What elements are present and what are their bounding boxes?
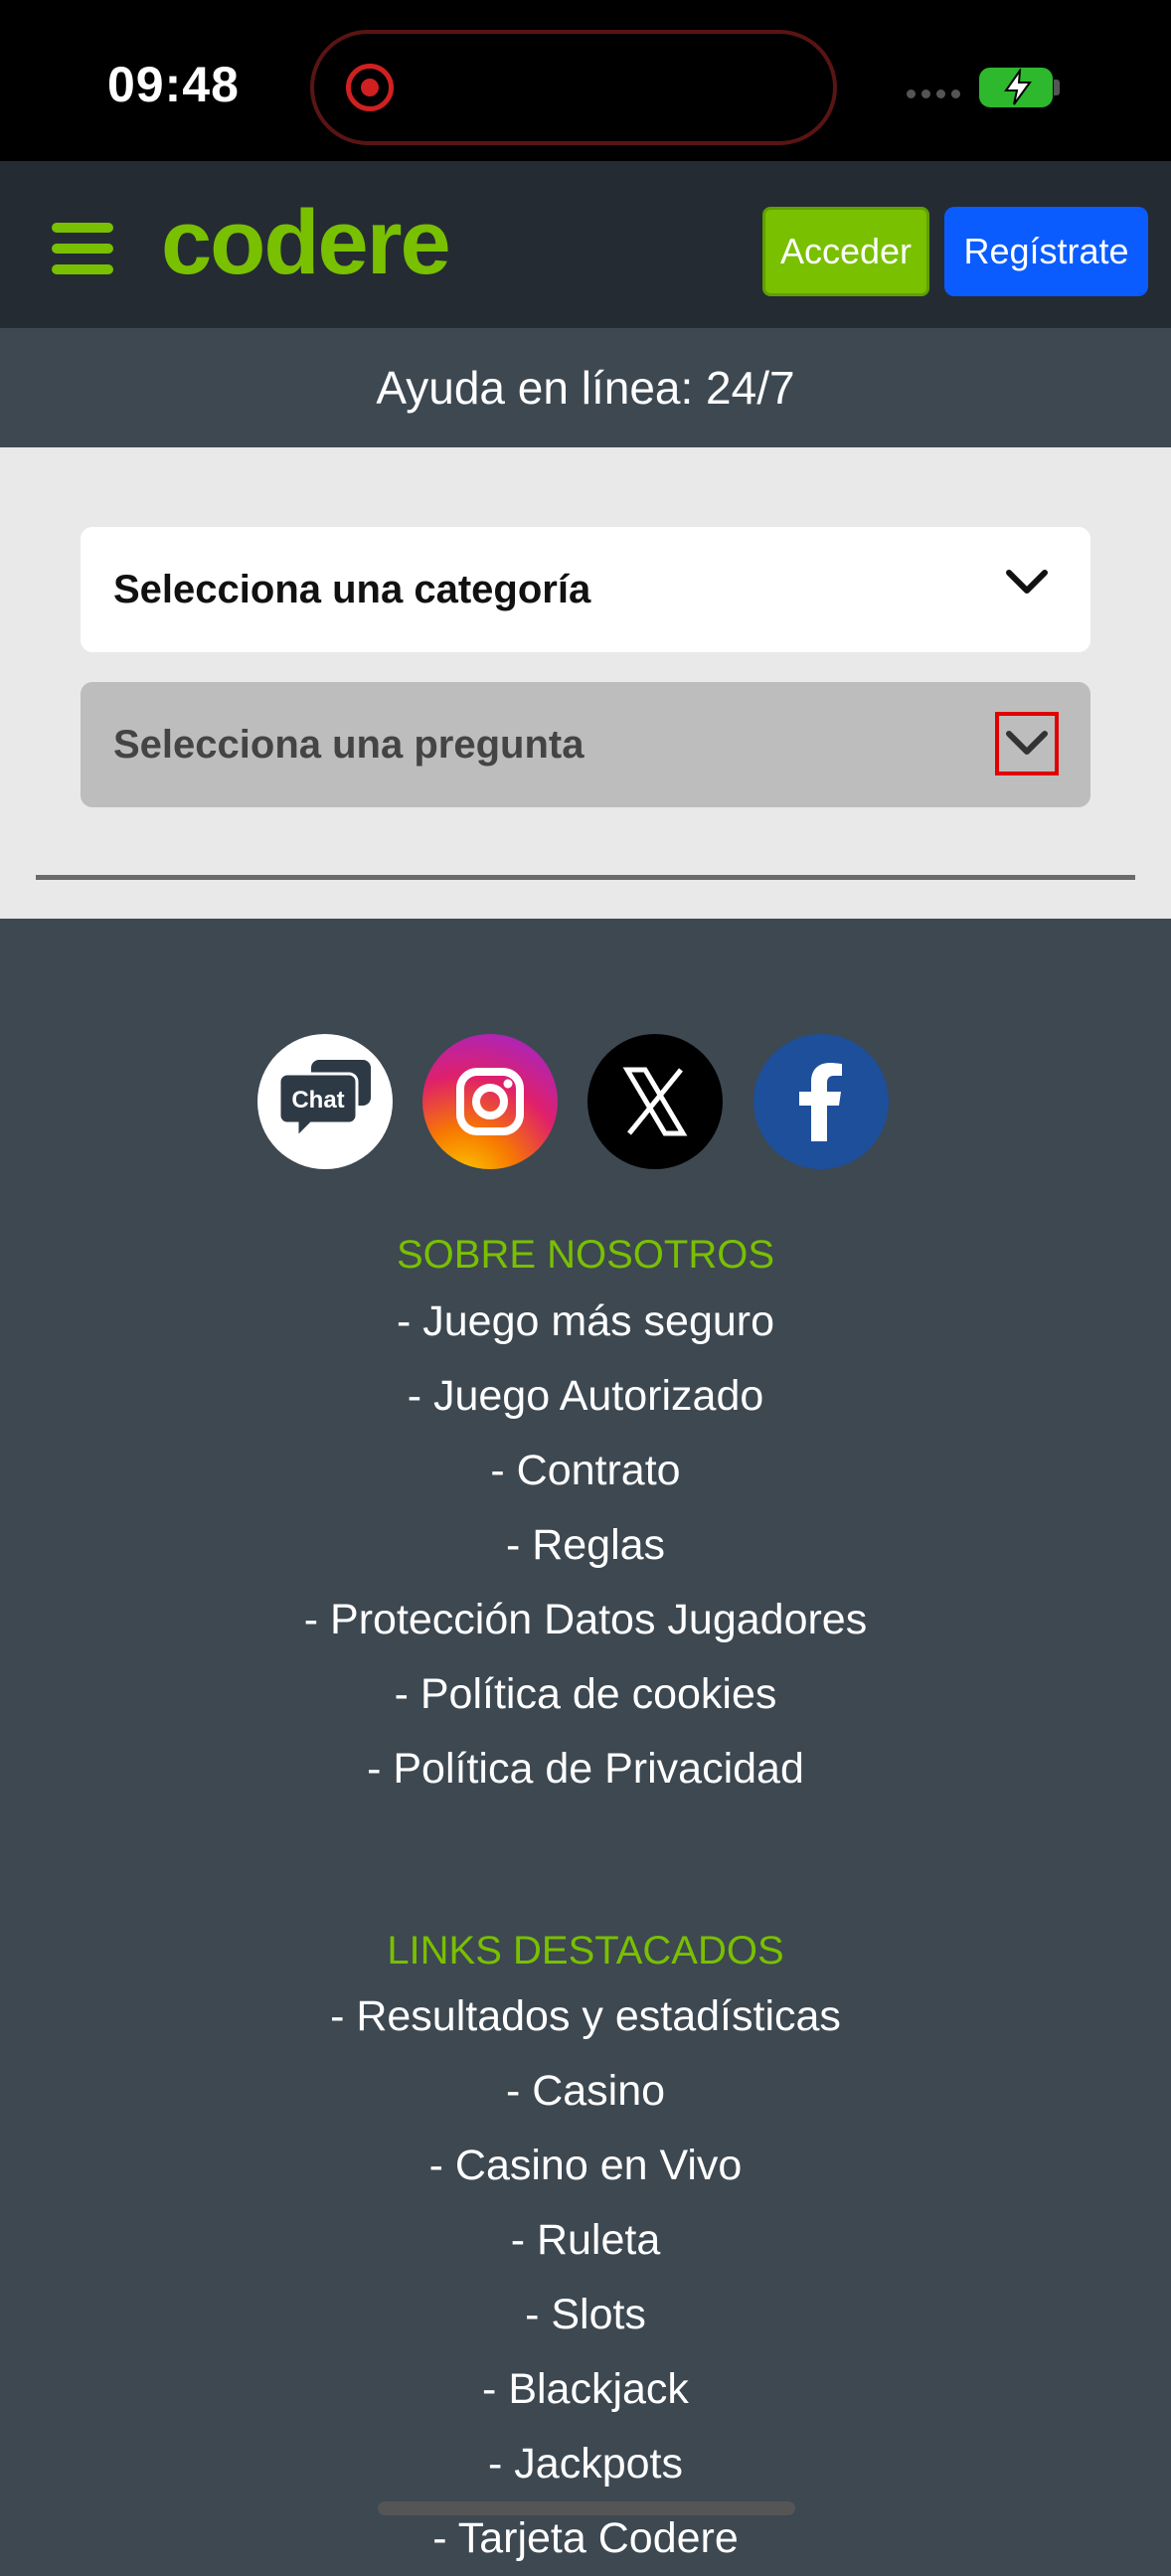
codere-logo[interactable]: codere [161,197,451,288]
footer-link[interactable]: - Jackpots [0,2427,1171,2501]
footer-link[interactable]: - Casino en Vivo [0,2129,1171,2203]
instagram-icon[interactable] [422,1034,558,1169]
about-links-list: - Juego más seguro - Juego Autorizado - … [0,1285,1171,1806]
chat-icon[interactable]: Chat [257,1034,393,1169]
battery-charging-icon [979,68,1053,107]
featured-links-list: - Resultados y estadísticas - Casino - C… [0,1979,1171,2576]
site-header: codere Acceder Regístrate [0,161,1171,328]
dynamic-island [310,30,837,145]
footer-link[interactable]: - Contrato [0,1434,1171,1508]
about-section-title: SOBRE NOSOTROS [396,1233,775,1277]
footer-link[interactable]: - Resultados y estadísticas [0,1979,1171,2054]
facebook-icon[interactable] [753,1034,889,1169]
chevron-down-icon [1006,570,1048,594]
footer-link[interactable]: - Juego Autorizado [0,1359,1171,1434]
footer-link[interactable]: - Casino [0,2054,1171,2129]
help-banner: Ayuda en línea: 24/7 [0,328,1171,447]
x-icon[interactable] [587,1034,723,1169]
signal-icon [907,86,966,103]
footer-link[interactable]: - Ruleta [0,2203,1171,2278]
footer-link[interactable]: - Protección Datos Jugadores [0,1583,1171,1657]
footer-link[interactable]: - Política de cookies [0,1657,1171,1732]
status-time: 09:48 [107,57,240,112]
featured-section-title: LINKS DESTACADOS [387,1929,784,1973]
chevron-down-icon[interactable] [1005,730,1049,758]
footer-link[interactable]: - Blackjack [0,2352,1171,2427]
question-select-label: Selecciona una pregunta [113,722,585,767]
screen-record-icon [346,64,394,111]
section-divider [36,875,1135,880]
register-button[interactable]: Regístrate [944,207,1148,296]
svg-text:Chat: Chat [291,1087,344,1114]
hamburger-menu-icon[interactable] [52,223,113,274]
category-select[interactable]: Selecciona una categoría [81,527,1090,652]
login-button[interactable]: Acceder [762,207,929,296]
battery-tip [1054,80,1060,95]
footer-link[interactable]: - Reglas [0,1508,1171,1583]
footer-link[interactable]: - Política de Privacidad [0,1732,1171,1806]
home-indicator[interactable] [378,2501,795,2515]
question-select[interactable]: Selecciona una pregunta [81,682,1090,807]
category-select-label: Selecciona una categoría [113,567,591,611]
social-links: Chat [0,1034,1171,1169]
footer-link[interactable]: - Slots [0,2278,1171,2352]
status-bar: 09:48 [0,0,1171,161]
footer-link[interactable]: - Juego más seguro [0,1285,1171,1359]
faq-selector-area: Selecciona una categoría Selecciona una … [0,447,1171,919]
